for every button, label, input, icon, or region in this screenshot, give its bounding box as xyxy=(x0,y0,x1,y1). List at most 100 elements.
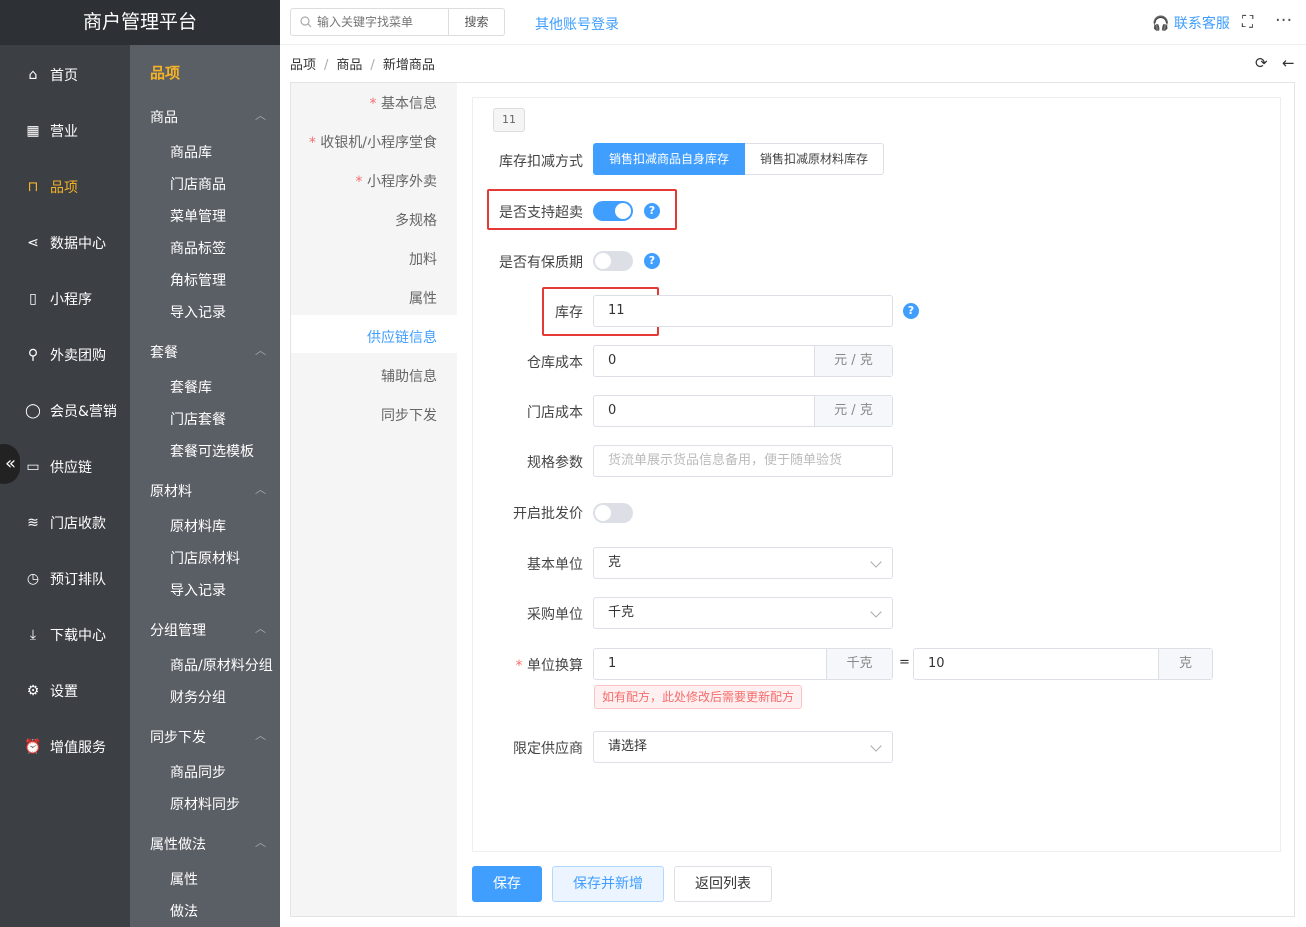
nav-item[interactable]: ◷ 预订排队 xyxy=(0,551,130,607)
breadcrumb-item[interactable]: 商品 xyxy=(336,58,362,73)
supplier-select[interactable]: 请选择 xyxy=(593,731,893,763)
warehouse-cost-value: 0 xyxy=(608,353,617,368)
menu-search: 搜索 xyxy=(290,8,505,36)
fullscreen-icon[interactable]: ⛶ xyxy=(1242,12,1253,32)
breadcrumb: 品项 / 商品 / 新增商品 xyxy=(290,58,435,73)
form-tab[interactable]: 供应链信息 xyxy=(367,327,437,347)
form-tab[interactable]: * 收银机/小程序堂食 xyxy=(309,132,437,152)
subnav-item[interactable]: 导入记录 xyxy=(170,302,226,322)
subnav-item[interactable]: 套餐可选模板 xyxy=(170,441,254,461)
purchase-unit-select[interactable]: 千克 xyxy=(593,597,893,629)
nav-item[interactable]: ▦ 营业 xyxy=(0,103,130,159)
subnav-item[interactable]: 套餐库 xyxy=(170,377,212,397)
stock-input[interactable]: 11 xyxy=(593,295,893,327)
more-icon[interactable]: ··· xyxy=(1275,10,1292,31)
oversell-label: 是否支持超卖 xyxy=(499,205,583,221)
nav-item[interactable]: ▯ 小程序 xyxy=(0,271,130,327)
oversell-toggle[interactable] xyxy=(593,201,633,221)
conversion-right-input[interactable]: 10 克 xyxy=(913,648,1213,680)
nav-item[interactable]: ◯ 会员&营销 xyxy=(0,383,130,439)
nav-item[interactable]: ⏰ 增值服务 xyxy=(0,719,130,775)
nav-item-label: 小程序 xyxy=(50,292,92,308)
subnav-item[interactable]: 做法 xyxy=(170,901,198,921)
nav-item-label: 增值服务 xyxy=(50,740,106,756)
nav-item[interactable]: ⌂ 首页 xyxy=(0,47,130,103)
subnav-item[interactable]: 角标管理 xyxy=(170,270,226,290)
search-input[interactable] xyxy=(317,13,445,31)
form-tab-label: 多规格 xyxy=(395,213,437,229)
subnav-item[interactable]: 商品/原材料分组 xyxy=(170,655,273,675)
subnav-item[interactable]: 商品库 xyxy=(170,142,212,162)
wholesale-toggle[interactable] xyxy=(593,503,633,523)
subnav-section[interactable]: 分组管理 ︿ xyxy=(150,620,266,640)
form-tab[interactable]: 多规格 xyxy=(395,210,437,230)
coins-icon: ≋ xyxy=(27,515,39,531)
form-tab[interactable]: 同步下发 xyxy=(381,405,437,425)
help-icon[interactable]: ? xyxy=(644,203,660,219)
save-and-new-button[interactable]: 保存并新增 xyxy=(552,866,664,902)
help-icon[interactable]: ? xyxy=(644,253,660,269)
form-tab[interactable]: 辅助信息 xyxy=(381,366,437,386)
search-button[interactable]: 搜索 xyxy=(448,9,504,35)
form-tab[interactable]: * 基本信息 xyxy=(370,93,437,113)
nav-item[interactable]: ≋ 门店收款 xyxy=(0,495,130,551)
subnav-item[interactable]: 原材料同步 xyxy=(170,794,240,814)
base-unit-label: 基本单位 xyxy=(527,557,583,573)
subnav-section[interactable]: 原材料 ︿ xyxy=(150,481,266,501)
subnav-section[interactable]: 同步下发 ︿ xyxy=(150,727,266,747)
store-cost-input[interactable]: 0 元 / 克 xyxy=(593,395,893,427)
refresh-icon[interactable]: ⟳ xyxy=(1255,54,1268,72)
form-tab-label: 小程序外卖 xyxy=(367,174,437,190)
deduct-option-material[interactable]: 销售扣减原材料库存 xyxy=(745,143,884,175)
subnav-item[interactable]: 财务分组 xyxy=(170,687,226,707)
nav-item[interactable]: ⤓ 下载中心 xyxy=(0,607,130,663)
form-tab[interactable]: * 小程序外卖 xyxy=(356,171,437,191)
subnav-section-label: 同步下发 xyxy=(150,730,206,746)
conversion-right-unit: 克 xyxy=(1158,649,1212,679)
save-button[interactable]: 保存 xyxy=(472,866,542,902)
subnav-item[interactable]: 导入记录 xyxy=(170,580,226,600)
subnav-item[interactable]: 商品标签 xyxy=(170,238,226,258)
spec-input[interactable]: 货流单展示货品信息备用，便于随单验货 xyxy=(593,445,893,477)
supply-chain-form: ▲ ▼ 11 库存扣减方式 销售扣减商品自身库存 销售扣减原材料库存 是否支持超… xyxy=(472,97,1281,852)
conversion-left-input[interactable]: 1 千克 xyxy=(593,648,893,680)
nav-item[interactable]: ⚲ 外卖团购 xyxy=(0,327,130,383)
chevron-down-icon xyxy=(870,740,882,752)
truck-icon: ▭ xyxy=(26,459,40,475)
nav-item[interactable]: ⋖ 数据中心 xyxy=(0,215,130,271)
subnav-item[interactable]: 门店原材料 xyxy=(170,548,240,568)
subnav-item[interactable]: 菜单管理 xyxy=(170,206,226,226)
required-mark: * xyxy=(369,96,381,112)
subnav-item[interactable]: 属性 xyxy=(170,869,198,889)
search-icon xyxy=(300,16,312,28)
subnav-section[interactable]: 商品 ︿ xyxy=(150,107,266,127)
help-icon[interactable]: ? xyxy=(903,303,919,319)
chevron-up-icon: ︿ xyxy=(255,483,266,496)
form-tab[interactable]: 加料 xyxy=(409,249,437,269)
nav-item[interactable]: ⚙ 设置 xyxy=(0,663,130,719)
subnav-item[interactable]: 门店套餐 xyxy=(170,409,226,429)
breadcrumb-item[interactable]: 品项 xyxy=(290,58,316,73)
form-tab-label: 收银机/小程序堂食 xyxy=(320,135,437,151)
conversion-warning: 如有配方，此处修改后需要更新配方 xyxy=(594,685,803,709)
base-unit-select[interactable]: 克 xyxy=(593,547,893,579)
subnav-item[interactable]: 商品同步 xyxy=(170,762,226,782)
contact-label: 联系客服 xyxy=(1173,16,1230,32)
shelf-life-toggle[interactable] xyxy=(593,251,633,271)
back-arrow-icon[interactable]: ← xyxy=(1282,54,1295,72)
nav-item-label: 会员&营销 xyxy=(50,404,117,420)
contact-support-link[interactable]: 🎧 联系客服 xyxy=(1152,13,1230,33)
subnav-section[interactable]: 属性做法 ︿ xyxy=(150,834,266,854)
subnav-item[interactable]: 原材料库 xyxy=(170,516,226,536)
subnav-item[interactable]: 门店商品 xyxy=(170,174,226,194)
form-tab[interactable]: 属性 xyxy=(409,288,437,308)
nav-item-label: 设置 xyxy=(50,684,78,700)
warehouse-cost-input[interactable]: 0 元 / 克 xyxy=(593,345,893,377)
back-to-list-button[interactable]: 返回列表 xyxy=(674,866,772,902)
nav-item-label: 下载中心 xyxy=(50,628,106,644)
other-account-login-link[interactable]: 其他账号登录 xyxy=(535,14,619,34)
subnav-section[interactable]: 套餐 ︿ xyxy=(150,342,266,362)
subnav-section-label: 商品 xyxy=(150,110,178,126)
deduct-option-self[interactable]: 销售扣减商品自身库存 xyxy=(593,143,745,175)
nav-item[interactable]: ⊓ 品项 xyxy=(0,159,130,215)
